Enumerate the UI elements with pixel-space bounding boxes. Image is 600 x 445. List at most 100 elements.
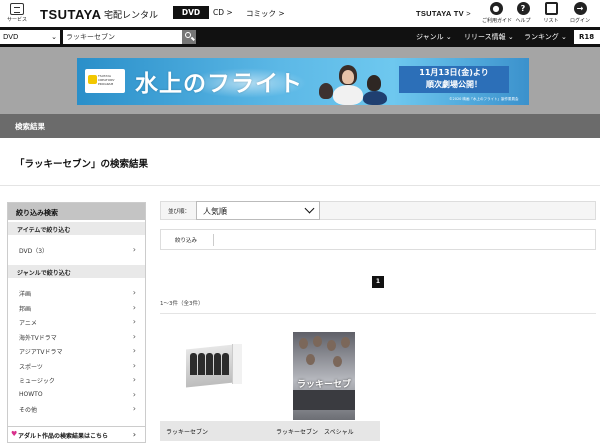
product-card[interactable]: ラッキーセブン [160,320,270,441]
service-menu[interactable]: サービス [6,3,28,23]
refine-bar[interactable]: 絞り込み [160,229,596,250]
release-date-line1: 11月13日(金)より [419,68,489,77]
adult-results-label: アダルト作品の検索結果はこちら [18,433,109,440]
filter-genre-label: アニメ [19,320,37,327]
filter-genre-item[interactable]: アニメ › [8,317,145,327]
help-label: ヘルプ [515,18,531,24]
refine-label: 絞り込み [175,238,198,244]
top-bar: サービス TSUTAYA 宅配レンタル DVD CD > コミック > TSUT… [0,0,600,27]
result-count: 1～3件（全3件） [160,301,204,307]
filter-panel: 絞り込み検索 アイテムで絞り込む DVD（3） › ジャンルで絞り込む 洋画 › 邦… [7,202,146,443]
guide-label: ご利用ガイド [482,18,513,24]
banner-photo [319,61,389,105]
tsutaya-logo[interactable]: TSUTAYA [40,7,102,22]
list-icon [544,2,558,15]
chevron-down-icon: ⌄ [561,33,567,41]
chevron-right-icon: > [278,9,285,18]
filter-genre-label: HOWTO [19,391,43,398]
banner-title: 水上のフライト [135,71,303,97]
nav-tab-comic[interactable]: コミック > [246,8,285,19]
figure [222,353,229,375]
person-right-body [363,91,387,105]
service-icon [10,3,24,15]
chevron-right-icon: › [132,346,136,355]
sort-value: 人気順 [203,207,227,216]
product-title[interactable]: ラッキーセブン [160,421,270,441]
person-body [333,85,363,105]
chevron-right-icon: › [132,404,136,413]
tsutaya-tv-label: TSUTAYA TV [416,9,464,18]
chevron-down-icon: ⌄ [445,33,452,41]
nav-tab-cd[interactable]: CD > [213,8,233,17]
chevron-right-icon: › [132,317,136,326]
nav-tab-dvd[interactable]: DVD [173,6,209,19]
guide-icon: ● [489,2,503,15]
menu-genre[interactable]: ジャンル ⌄ [416,32,452,42]
search-button[interactable] [182,30,196,44]
person-right [367,75,381,91]
divider [0,185,600,186]
poster-face [341,337,350,348]
filter-genre-item[interactable]: アジアTVドラマ › [8,346,145,356]
product-image[interactable] [160,320,270,421]
filter-genre-item[interactable]: スポーツ › [8,361,145,371]
filter-genre-item[interactable]: 海外TVドラマ › [8,332,145,342]
filter-item-dvd-label: DVD（3） [19,248,49,255]
chevron-right-icon: › [132,303,136,312]
filter-genre-item[interactable]: 邦画 › [8,303,145,313]
release-date-box: 11月13日(金)より 順次劇場公開！ [399,66,509,93]
chevron-right-icon: > [466,9,471,18]
category-value: DVD [3,33,19,41]
poster-face [299,338,308,349]
badge-text: TSUTAYA CREATORS' PROGRAM [98,74,115,86]
sort-select[interactable]: 人気順 [196,201,320,220]
chevron-right-icon: › [132,375,136,384]
search-result-label: 検索結果 [15,122,45,131]
banner-copyright: ©2020 映画「水上のフライト」製作委員会 [449,97,519,101]
box-side [232,344,242,384]
category-select[interactable]: DVD ⌄ [0,30,60,44]
service-label: サービス [6,17,27,23]
chevron-right-icon: > [226,8,233,17]
login-button[interactable]: → ログイン [566,2,594,24]
menu-release[interactable]: リリース情報 ⌄ [464,32,514,42]
chevron-right-icon: › [132,390,136,399]
menu-ranking-label: ランキング [524,33,559,41]
search-input[interactable] [63,30,182,44]
refine-separator [213,234,214,246]
menu-genre-label: ジャンル [416,33,444,41]
chevron-right-icon: › [132,430,136,439]
filter-genre-label: ミュージック [19,378,55,385]
badge-mark [88,75,97,84]
search-bar: DVD ⌄ ジャンル ⌄ リリース情報 ⌄ ランキング ⌄ R18 [0,27,600,47]
divider [160,313,596,314]
filter-genre-label: アジアTVドラマ [19,349,63,356]
tsutaya-tv-link[interactable]: TSUTAYA TV > [416,9,471,18]
dvd-poster[interactable]: ラッキーセブン [293,332,355,420]
promo-banner[interactable]: TSUTAYA CREATORS' PROGRAM 水上のフライト 11月13日… [77,58,529,105]
creators-program-badge: TSUTAYA CREATORS' PROGRAM [85,69,125,93]
filter-genre-label: スポーツ [19,364,43,371]
search-icon [185,32,191,38]
filter-genre-item[interactable]: ミュージック › [8,375,145,385]
guide-button[interactable]: ● ご利用ガイド [482,2,513,24]
list-label: リスト [543,18,559,24]
pagination-current[interactable]: 1 [372,276,384,288]
help-button[interactable]: ? ヘルプ [509,2,537,24]
chevron-down-icon: ⌄ [507,33,514,41]
menu-ranking[interactable]: ランキング ⌄ [524,32,567,42]
filter-panel-title: 絞り込み検索 [8,203,145,220]
filter-genre-item[interactable]: その他 › [8,404,145,414]
filter-item-dvd[interactable]: DVD（3） › [8,245,145,255]
menu-release-label: リリース情報 [464,33,506,41]
filter-genre-item[interactable]: HOWTO › [8,390,145,399]
filter-genre-item[interactable]: 洋画 › [8,288,145,298]
adult-results-link[interactable]: ♥ アダルト作品の検索結果はこちら › [8,426,145,442]
page-title: 「ラッキーセブン」の検索結果 [15,159,149,170]
person-face [342,70,354,84]
r18-button[interactable]: R18 [574,30,600,44]
product-title[interactable]: ラッキーセブン スペシャル [270,421,380,441]
list-button[interactable]: リスト [537,2,565,24]
filter-genre-label: 邦画 [19,306,32,313]
release-date-line2: 順次劇場公開！ [426,80,482,89]
